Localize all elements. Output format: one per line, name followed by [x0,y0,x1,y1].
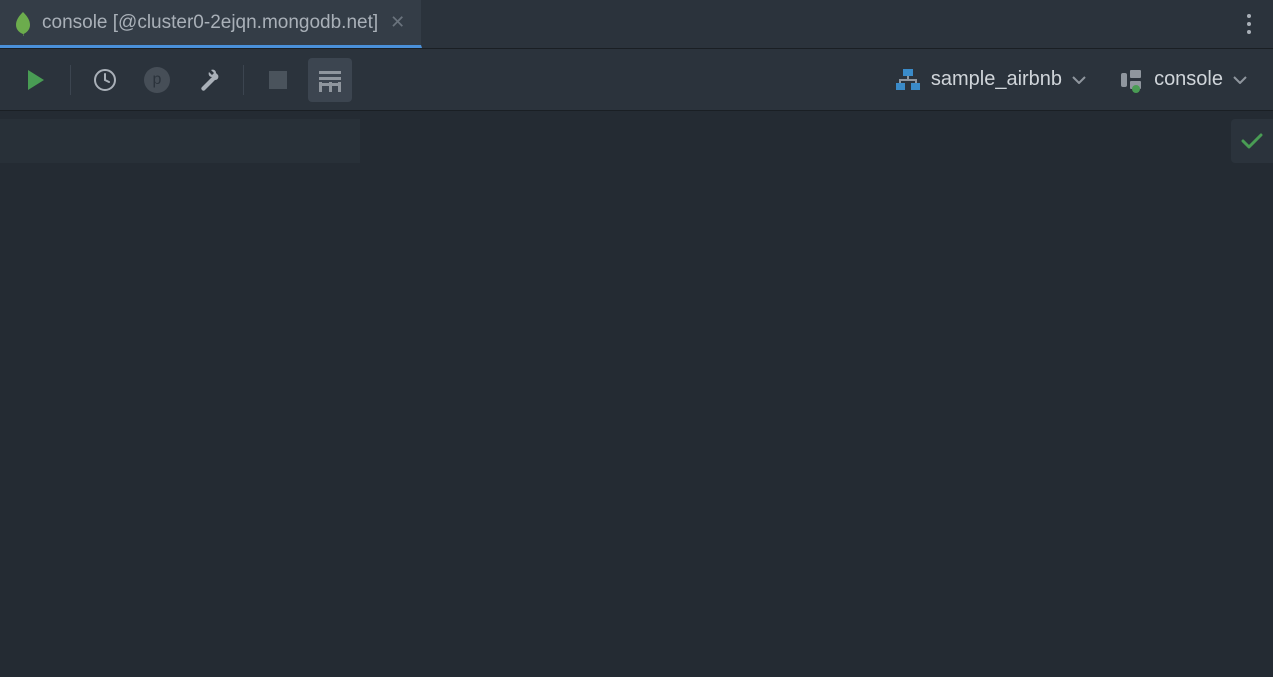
session-selector[interactable]: console [1106,58,1259,102]
schema-icon [895,67,921,93]
database-selector[interactable]: sample_airbnb [883,58,1098,102]
current-line-highlight [0,119,360,163]
settings-button[interactable] [187,58,231,102]
results-view-button[interactable] [308,58,352,102]
console-tab[interactable]: console [@cluster0-2ejqn.mongodb.net] ✕ [0,0,422,48]
chevron-down-icon [1072,76,1086,84]
play-icon [26,68,46,92]
check-icon [1241,132,1263,150]
stop-button [256,58,300,102]
mongodb-leaf-icon [14,10,32,36]
wrench-icon [196,67,222,93]
inspection-status[interactable] [1231,119,1273,163]
clock-icon [93,68,117,92]
tab-title: console [@cluster0-2ejqn.mongodb.net] [42,12,378,34]
editor-area[interactable] [0,111,1273,677]
more-vertical-icon[interactable] [1241,8,1257,40]
table-icon [317,68,343,92]
close-icon[interactable]: ✕ [388,12,407,33]
run-button[interactable] [14,58,58,102]
tab-bar: console [@cluster0-2ejqn.mongodb.net] ✕ [0,0,1273,49]
separator [243,65,244,95]
parameters-button: p [135,58,179,102]
database-selector-label: sample_airbnb [931,68,1062,91]
datasource-icon [1118,67,1144,93]
stop-icon [269,71,287,89]
chevron-down-icon [1233,76,1247,84]
p-badge-icon: p [144,67,170,93]
separator [70,65,71,95]
history-button[interactable] [83,58,127,102]
tab-bar-actions [1241,0,1273,48]
session-selector-label: console [1154,68,1223,91]
toolbar: p sample_airbnb [0,49,1273,111]
